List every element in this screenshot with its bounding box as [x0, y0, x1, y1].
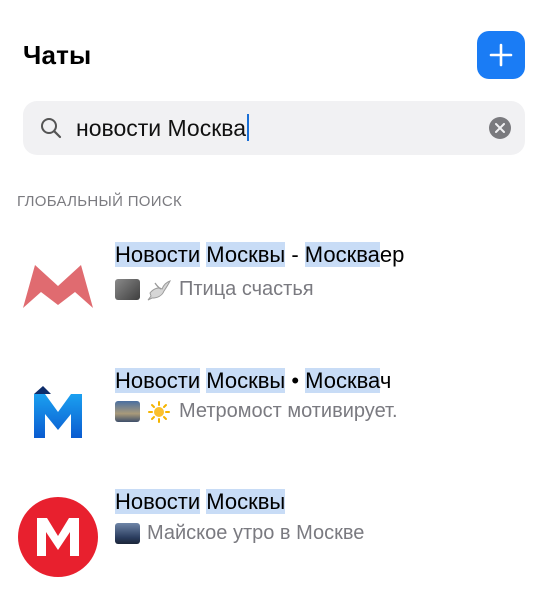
highlighted-match: Москвы	[206, 242, 286, 267]
search-bar[interactable]: новости Москва	[23, 101, 525, 155]
highlighted-match: Новости	[115, 368, 201, 393]
highlighted-match: Москва	[305, 368, 380, 393]
section-label-global-search: ГЛОБАЛЬНЫЙ ПОИСК	[17, 193, 182, 210]
channel-avatar	[17, 242, 99, 324]
search-result-row[interactable]: Новости Москвы • Москвач Метромост мотив…	[0, 366, 544, 476]
result-preview: Майское утро в Москве	[115, 522, 364, 545]
search-result-row[interactable]: Новости Москвы Майское утро в Москве	[0, 487, 544, 597]
photo-thumbnail	[115, 279, 140, 300]
close-icon	[495, 123, 505, 133]
photo-thumbnail	[115, 401, 140, 422]
dove-icon	[147, 279, 171, 300]
name-text: -	[285, 242, 305, 267]
moscow-m-logo-icon	[34, 386, 82, 438]
name-text: ер	[379, 242, 405, 267]
new-chat-button[interactable]	[477, 31, 525, 79]
moscow-m-logo-icon	[18, 497, 98, 577]
plus-icon	[489, 43, 513, 67]
sun-behind-cloud-icon	[148, 400, 170, 423]
highlighted-match: Новости	[115, 242, 201, 267]
search-icon	[41, 118, 62, 139]
highlighted-match: Москвы	[206, 368, 286, 393]
channel-avatar	[17, 496, 99, 578]
moscow-m-logo-icon	[23, 265, 93, 308]
result-preview: Метромост мотивирует.	[115, 400, 398, 423]
channel-avatar	[17, 372, 99, 454]
text-cursor	[247, 114, 250, 141]
result-preview: Птица счастья	[115, 278, 314, 301]
page-title: Чаты	[23, 40, 92, 70]
highlighted-match: Москва	[304, 242, 380, 267]
name-text: ч	[379, 368, 392, 393]
result-name: Новости Москвы • Москвач	[115, 368, 391, 394]
name-text: •	[285, 368, 306, 393]
search-result-row[interactable]: Новости Москвы - Москваер Птица счастья	[0, 228, 544, 338]
header: Чаты	[0, 0, 544, 100]
search-input[interactable]: новости Москва	[76, 114, 250, 142]
result-name: Новости Москвы	[115, 489, 286, 515]
highlighted-match: Новости	[115, 489, 201, 514]
highlighted-match: Москвы	[206, 489, 286, 514]
clear-search-button[interactable]	[489, 117, 511, 139]
result-name: Новости Москвы - Москваер	[115, 242, 404, 268]
photo-thumbnail	[115, 523, 140, 544]
